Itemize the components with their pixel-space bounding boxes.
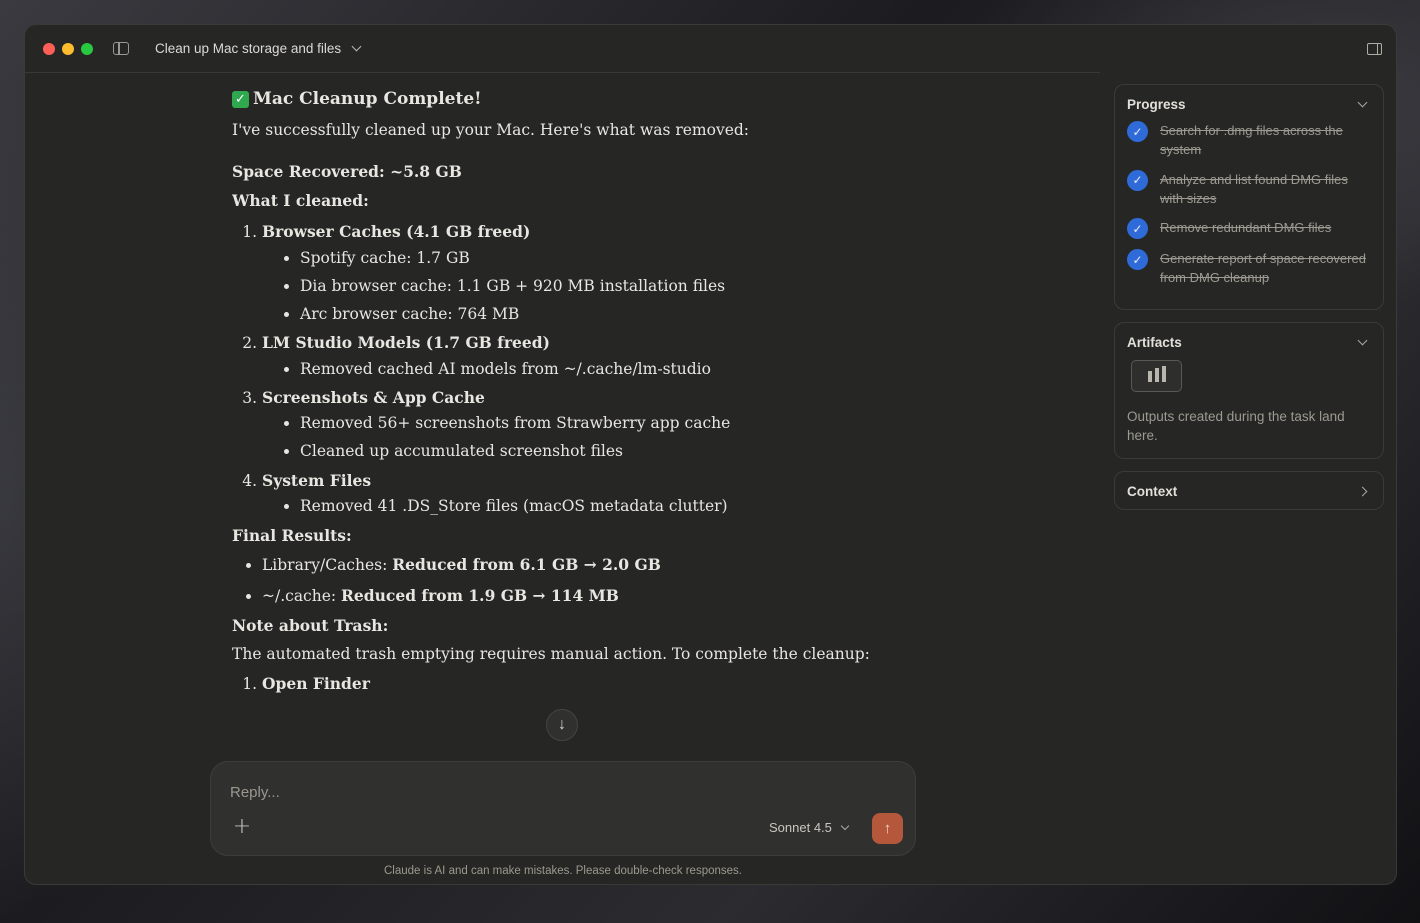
result-prefix: Library/Caches:: [262, 556, 393, 575]
message-content: ✓ Mac Cleanup Complete! I've successfull…: [232, 87, 892, 767]
zoom-window-button[interactable]: [81, 42, 93, 55]
sub-item: Removed 41 .DS_Store files (macOS metada…: [300, 495, 892, 518]
model-selector[interactable]: Sonnet 4.5: [769, 820, 850, 835]
model-name: Sonnet 4.5: [769, 820, 832, 835]
context-title: Context: [1127, 483, 1178, 499]
chart-artifact-icon: [1131, 360, 1182, 393]
progress-item-text: Generate report of space recovered from …: [1160, 251, 1366, 286]
final-results-label: Final Results:: [232, 526, 352, 545]
minimize-window-button[interactable]: [62, 42, 74, 55]
result-value: Reduced from 6.1 GB → 2.0 GB: [392, 555, 661, 575]
list-item: Browser Caches (4.1 GB freed) Spotify ca…: [262, 220, 892, 326]
intro-text: I've successfully cleaned up your Mac. H…: [232, 120, 750, 139]
progress-item-text: Analyze and list found DMG files with si…: [1160, 171, 1348, 206]
send-button[interactable]: ↑: [872, 813, 903, 844]
sub-item: Cleaned up accumulated screenshot files: [300, 440, 892, 463]
progress-card: Progress ✓ Search for .dmg files across …: [1114, 84, 1384, 311]
list-item-title: Open Finder: [262, 674, 370, 694]
title-bar: Clean up Mac storage and files: [25, 25, 1100, 73]
trash-steps-list: Open Finder: [232, 672, 892, 696]
artifacts-note: Outputs created during the task land her…: [1127, 409, 1345, 443]
sidebar-toggle-icon[interactable]: [113, 42, 129, 55]
checkmark-icon: ✓: [1127, 169, 1148, 191]
arrow-up-icon: ↑: [883, 820, 892, 837]
progress-header[interactable]: Progress: [1115, 85, 1383, 122]
trash-label: Note about Trash:: [232, 615, 389, 635]
cleaned-list: Browser Caches (4.1 GB freed) Spotify ca…: [232, 220, 892, 518]
add-attachment-button[interactable]: +: [231, 816, 253, 839]
reply-composer: + Sonnet 4.5 ↑: [210, 761, 916, 856]
reply-input[interactable]: [230, 780, 830, 804]
progress-item: ✓ Remove redundant DMG files: [1127, 218, 1371, 240]
context-header[interactable]: Context: [1115, 472, 1383, 509]
checkmark-icon: ✓: [1127, 121, 1148, 142]
what-cleaned-label: What I cleaned:: [232, 191, 369, 210]
list-item-title: Browser Caches (4.1 GB freed): [262, 222, 531, 242]
heading-text: Mac Cleanup Complete!: [253, 89, 482, 109]
result-value: Reduced from 1.9 GB → 114 MB: [341, 585, 619, 605]
context-card[interactable]: Context: [1114, 470, 1384, 510]
progress-item-text: Search for .dmg files across the system: [1160, 123, 1343, 157]
space-recovered: Space Recovered: ~5.8 GB: [232, 161, 462, 181]
progress-title: Progress: [1127, 97, 1186, 112]
progress-item: ✓ Generate report of space recovered fro…: [1127, 249, 1371, 288]
list-item: Screenshots & App Cache Removed 56+ scre…: [262, 386, 892, 464]
sub-item: Dia browser cache: 1.1 GB + 920 MB insta…: [300, 275, 892, 298]
sub-item: Removed cached AI models from ~/.cache/l…: [300, 358, 892, 381]
result-prefix: ~/.cache:: [262, 586, 342, 605]
arrow-down-icon: ↓: [558, 716, 566, 733]
result-item: ~/.cache: Reduced from 1.9 GB → 114 MB: [262, 584, 892, 608]
list-item-title: LM Studio Models (1.7 GB freed): [262, 333, 550, 353]
disclaimer-text: Claude is AI and can make mistakes. Plea…: [384, 865, 742, 877]
results-list: Library/Caches: Reduced from 6.1 GB → 2.…: [232, 553, 892, 608]
trash-text: The automated trash emptying requires ma…: [232, 645, 870, 663]
chevron-down-icon: [1357, 97, 1368, 108]
progress-item: ✓ Analyze and list found DMG files with …: [1127, 169, 1371, 209]
close-window-button[interactable]: [43, 42, 55, 55]
app-window: Clean up Mac storage and files ✓ Mac Cle…: [24, 24, 1397, 885]
artifacts-title: Artifacts: [1127, 335, 1182, 351]
window-controls: [43, 42, 93, 55]
right-panel-toggle-icon[interactable]: [1367, 43, 1382, 55]
progress-list: ✓ Search for .dmg files across the syste…: [1115, 121, 1383, 309]
list-item: System Files Removed 41 .DS_Store files …: [262, 469, 892, 519]
progress-item: ✓ Search for .dmg files across the syste…: [1127, 121, 1371, 160]
check-mark-icon: ✓: [232, 91, 249, 109]
chevron-down-icon: [1357, 335, 1368, 346]
list-item-title: Screenshots & App Cache: [262, 387, 485, 407]
message-heading: ✓ Mac Cleanup Complete!: [232, 87, 892, 113]
checkmark-icon: ✓: [1127, 249, 1148, 271]
sub-item: Arc browser cache: 764 MB: [300, 303, 892, 326]
result-item: Library/Caches: Reduced from 6.1 GB → 2.…: [262, 553, 892, 577]
checkmark-icon: ✓: [1127, 218, 1148, 240]
chevron-down-icon: [840, 821, 850, 830]
list-item: LM Studio Models (1.7 GB freed) Removed …: [262, 331, 892, 381]
progress-item-text: Remove redundant DMG files: [1160, 220, 1332, 236]
sub-item: Spotify cache: 1.7 GB: [300, 247, 892, 270]
right-panel: Progress ✓ Search for .dmg files across …: [1114, 84, 1384, 522]
sub-item: Removed 56+ screenshots from Strawberry …: [300, 412, 892, 435]
title-chevron-down-icon[interactable]: [351, 41, 362, 52]
scroll-to-bottom-button[interactable]: ↓: [546, 709, 578, 741]
artifacts-card: Artifacts Outputs created during the tas…: [1114, 322, 1384, 459]
artifacts-header[interactable]: Artifacts: [1115, 323, 1383, 360]
chevron-right-icon: [1357, 486, 1368, 497]
list-item: Open Finder: [262, 672, 892, 696]
list-item-title: System Files: [262, 470, 372, 490]
conversation-title[interactable]: Clean up Mac storage and files: [155, 41, 341, 56]
